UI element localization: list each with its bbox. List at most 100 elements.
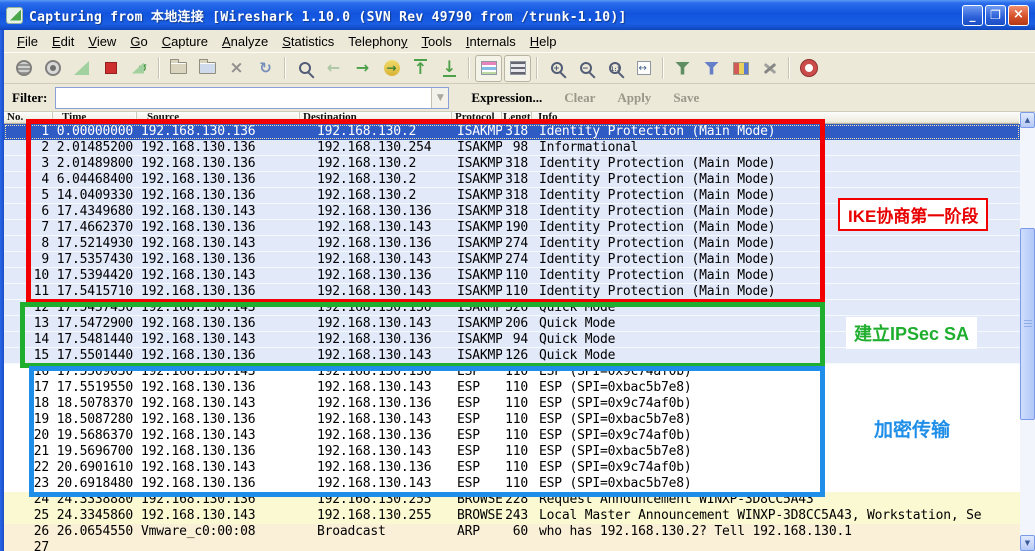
packet-row[interactable]: 23 20.6918480 192.168.130.136 192.168.130.1…: [4, 476, 1020, 492]
chevron-down-icon[interactable]: ▼: [431, 87, 449, 108]
packet-row[interactable]: 22 20.6901610 192.168.130.143 192.168.130.1…: [4, 460, 1020, 476]
zoom-out-icon[interactable]: −: [572, 55, 599, 82]
menu-item-file[interactable]: File: [10, 32, 45, 51]
menu-item-tools[interactable]: Tools: [415, 32, 459, 51]
menu-item-go[interactable]: Go: [123, 32, 154, 51]
cell-protocol: ESP: [457, 428, 480, 443]
go-forward-icon[interactable]: →: [349, 55, 376, 82]
filter-combobox[interactable]: ▼: [55, 86, 450, 109]
cell-no: 4: [41, 172, 49, 187]
go-to-packet-icon[interactable]: →: [378, 55, 405, 82]
packet-row[interactable]: 9 17.5357430 192.168.130.136 192.168.130.14…: [4, 252, 1020, 268]
cell-source: 192.168.130.143: [141, 396, 256, 411]
packet-row[interactable]: 25 24.3345860 192.168.130.143 192.168.130.2…: [4, 508, 1020, 524]
menu-item-analyze[interactable]: Analyze: [215, 32, 275, 51]
zoom-normal-icon[interactable]: 1:1: [601, 55, 628, 82]
packet-row[interactable]: 10 17.5394420 192.168.130.143 192.168.130.1…: [4, 268, 1020, 284]
cell-no: 16: [33, 364, 49, 379]
packet-row[interactable]: 21 19.5696700 192.168.130.136 192.168.130.1…: [4, 444, 1020, 460]
expression-button[interactable]: Expression...: [471, 90, 542, 105]
cell-time: 26.0654550: [56, 524, 133, 539]
start-capture-icon[interactable]: [68, 55, 95, 82]
packet-row[interactable]: 1 0.00000000 192.168.130.136 192.168.130.2 I…: [4, 124, 1020, 140]
save-button[interactable]: Save: [673, 90, 699, 105]
go-back-icon[interactable]: ←: [320, 55, 347, 82]
cell-protocol: ISAKMP: [457, 284, 502, 299]
vertical-scrollbar[interactable]: ▲ ▼: [1020, 112, 1035, 551]
cell-length: [502, 540, 532, 551]
packet-row[interactable]: 12 17.5437450 192.168.130.143 192.168.130.1…: [4, 300, 1020, 316]
menu-item-view[interactable]: View: [81, 32, 123, 51]
packet-row[interactable]: 26 26.0654550 Vmware_c0:00:08 Broadcast ARP 6…: [4, 524, 1020, 540]
cell-no: 22: [33, 460, 49, 475]
column-header-length[interactable]: Length: [502, 112, 532, 124]
cell-source: 192.168.130.136: [141, 124, 256, 139]
menu-item-edit[interactable]: Edit: [45, 32, 81, 51]
go-to-top-icon[interactable]: ↑: [407, 55, 434, 82]
display-filter-icon[interactable]: [698, 55, 725, 82]
cell-info: Identity Protection (Main Mode): [539, 124, 776, 139]
cell-source: 192.168.130.143: [141, 236, 256, 251]
column-header-no[interactable]: No.: [4, 112, 53, 124]
filter-input[interactable]: [57, 88, 432, 107]
column-header-info[interactable]: Info: [532, 112, 1020, 124]
go-to-bottom-icon[interactable]: ↓: [436, 55, 463, 82]
capture-options-icon[interactable]: [39, 55, 66, 82]
save-file-icon[interactable]: [194, 55, 221, 82]
restart-capture-icon[interactable]: ↺: [126, 55, 153, 82]
menu-item-help[interactable]: Help: [523, 32, 564, 51]
preferences-icon[interactable]: [756, 55, 783, 82]
help-icon[interactable]: [795, 55, 822, 82]
resize-columns-icon[interactable]: [630, 55, 657, 82]
reload-file-icon[interactable]: ↻: [252, 55, 279, 82]
packet-row[interactable]: 8 17.5214930 192.168.130.143 192.168.130.13…: [4, 236, 1020, 252]
column-header-source[interactable]: Source: [137, 112, 300, 124]
cell-time: 17.5501440: [56, 348, 133, 363]
zoom-in-icon[interactable]: +: [543, 55, 570, 82]
scrollbar-thumb[interactable]: [1020, 228, 1035, 420]
packet-row[interactable]: 17 17.5519550 192.168.130.136 192.168.130.1…: [4, 380, 1020, 396]
window-title: Capturing from 本地连接 [Wireshark 1.10.0 (S…: [29, 9, 627, 25]
cell-protocol: ISAKMP: [457, 316, 502, 331]
open-file-icon[interactable]: [165, 55, 192, 82]
apply-button[interactable]: Apply: [617, 90, 651, 105]
cell-time: 14.0409330: [56, 188, 133, 203]
cell-protocol: ISAKMP: [457, 348, 502, 363]
list-interfaces-icon[interactable]: [10, 55, 37, 82]
auto-scroll-icon[interactable]: [504, 54, 531, 82]
packet-row[interactable]: 11 17.5415710 192.168.130.136 192.168.130.1…: [4, 284, 1020, 300]
menu-item-internals[interactable]: Internals: [459, 32, 523, 51]
column-header-destination[interactable]: Destination: [300, 112, 452, 124]
maximize-button[interactable]: ❐: [985, 4, 1006, 26]
cell-protocol: ISAKMP: [457, 140, 502, 155]
column-header-time[interactable]: Time: [53, 112, 137, 124]
clear-button[interactable]: Clear: [564, 90, 595, 105]
menu-item-statistics[interactable]: Statistics: [275, 32, 341, 51]
cell-source: 192.168.130.136: [141, 444, 256, 459]
colorize-icon[interactable]: [475, 54, 502, 82]
scroll-up-icon[interactable]: ▲: [1020, 112, 1035, 128]
packet-row[interactable]: 2 2.01485200 192.168.130.136 192.168.130.25…: [4, 140, 1020, 156]
close-button[interactable]: ×: [1008, 4, 1029, 26]
menu-item-telephony[interactable]: Telephony: [341, 32, 414, 51]
packet-row[interactable]: 16 17.5509030 192.168.130.143 192.168.130.1…: [4, 364, 1020, 380]
stop-capture-icon[interactable]: [97, 55, 124, 82]
menu-item-capture[interactable]: Capture: [155, 32, 215, 51]
minimize-button[interactable]: _: [962, 4, 983, 26]
column-header-protocol[interactable]: Protocol: [452, 112, 502, 124]
packet-row[interactable]: 15 17.5501440 192.168.130.136 192.168.130.1…: [4, 348, 1020, 364]
packet-row[interactable]: 3 2.01489800 192.168.130.136 192.168.130.2 I…: [4, 156, 1020, 172]
coloring-rules-icon[interactable]: [727, 55, 754, 82]
packet-row[interactable]: 18 18.5078370 192.168.130.143 192.168.130.1…: [4, 396, 1020, 412]
cell-time: 20.6918480: [56, 476, 133, 491]
find-packet-icon[interactable]: [291, 55, 318, 82]
cell-time: 6.04468400: [56, 172, 133, 187]
capture-filter-icon[interactable]: [669, 55, 696, 82]
packet-row[interactable]: 4 6.04468400 192.168.130.136 192.168.130.2 I…: [4, 172, 1020, 188]
cell-length: 60: [512, 524, 528, 539]
packet-row[interactable]: 24 24.3338880 192.168.130.136 192.168.130.2…: [4, 492, 1020, 508]
scroll-down-icon[interactable]: ▼: [1020, 535, 1035, 551]
packet-row[interactable]: 27: [4, 540, 1020, 551]
close-file-icon[interactable]: ×: [223, 55, 250, 82]
cell-time: 17.5481440: [56, 332, 133, 347]
